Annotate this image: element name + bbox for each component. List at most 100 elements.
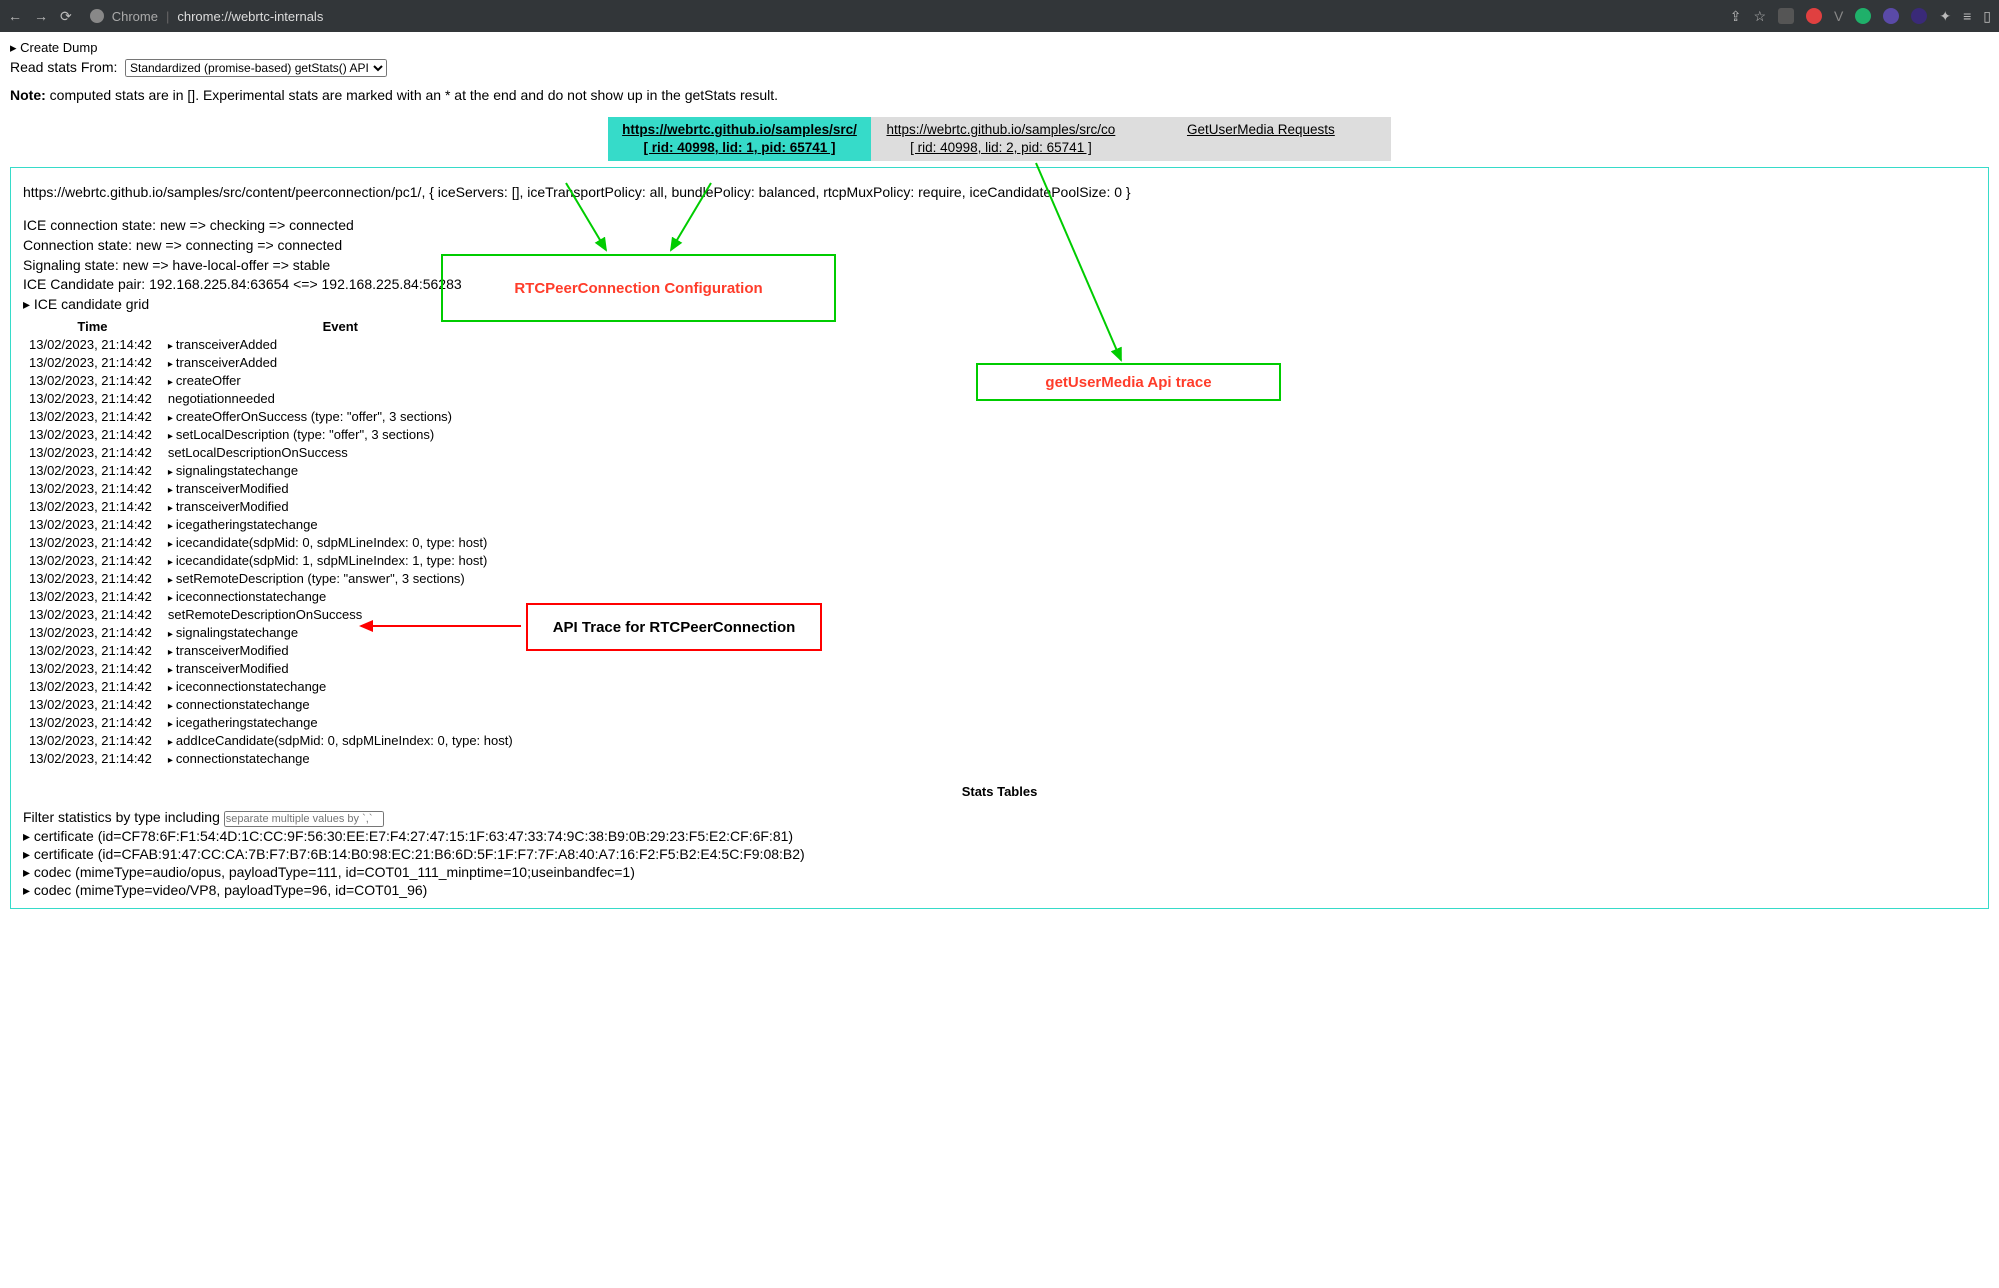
ext-icon-2[interactable] (1806, 8, 1822, 24)
event-row[interactable]: 13/02/2023, 21:14:42▸iceconnectionstatec… (23, 588, 519, 606)
event-time: 13/02/2023, 21:14:42 (23, 588, 162, 606)
event-name: ▸transceiverAdded (162, 354, 519, 372)
tab-2[interactable]: GetUserMedia Requests (1131, 117, 1391, 161)
event-name: setLocalDescriptionOnSuccess (162, 444, 519, 462)
connection-state: Connection state: new => connecting => c… (23, 236, 1976, 256)
ext-icon-v[interactable]: V (1834, 8, 1843, 24)
event-time: 13/02/2023, 21:14:42 (23, 696, 162, 714)
event-name: ▸icegatheringstatechange (162, 516, 519, 534)
event-time: 13/02/2023, 21:14:42 (23, 678, 162, 696)
event-row[interactable]: 13/02/2023, 21:14:42▸transceiverModified (23, 480, 519, 498)
tab-1[interactable]: https://webrtc.github.io/samples/src/co[… (871, 117, 1131, 161)
event-time: 13/02/2023, 21:14:42 (23, 408, 162, 426)
stat-row[interactable]: ▸ codec (mimeType=video/VP8, payloadType… (23, 881, 1976, 899)
event-row[interactable]: 13/02/2023, 21:14:42▸connectionstatechan… (23, 750, 519, 768)
event-row[interactable]: 13/02/2023, 21:14:42▸setRemoteDescriptio… (23, 570, 519, 588)
stat-row[interactable]: ▸ certificate (id=CFAB:91:47:CC:CA:7B:F7… (23, 845, 1976, 863)
read-stats-select[interactable]: Standardized (promise-based) getStats() … (125, 59, 387, 77)
event-row[interactable]: 13/02/2023, 21:14:42▸createOffer (23, 372, 519, 390)
event-name: ▸setLocalDescription (type: "offer", 3 s… (162, 426, 519, 444)
extensions-icon[interactable]: ✦ (1939, 8, 1951, 25)
stats-tables-heading: Stats Tables (23, 784, 1976, 799)
stat-row[interactable]: ▸ codec (mimeType=audio/opus, payloadTyp… (23, 863, 1976, 881)
event-name: ▸iceconnectionstatechange (162, 678, 519, 696)
chrome-icon (90, 9, 104, 23)
panel-icon[interactable]: ▯ (1983, 8, 1991, 25)
event-row[interactable]: 13/02/2023, 21:14:42▸icegatheringstatech… (23, 714, 519, 732)
event-name: ▸icecandidate(sdpMid: 1, sdpMLineIndex: … (162, 552, 519, 570)
ext-icon-1[interactable] (1778, 8, 1794, 24)
event-row[interactable]: 13/02/2023, 21:14:42setRemoteDescription… (23, 606, 519, 624)
event-row[interactable]: 13/02/2023, 21:14:42▸iceconnectionstatec… (23, 678, 519, 696)
event-name: ▸transceiverModified (162, 642, 519, 660)
star-icon[interactable]: ☆ (1753, 8, 1766, 25)
read-stats-label: Read stats From: (10, 59, 117, 75)
event-time: 13/02/2023, 21:14:42 (23, 624, 162, 642)
event-time: 13/02/2023, 21:14:42 (23, 516, 162, 534)
event-time: 13/02/2023, 21:14:42 (23, 354, 162, 372)
event-row[interactable]: 13/02/2023, 21:14:42▸transceiverModified (23, 660, 519, 678)
event-name: ▸addIceCandidate(sdpMid: 0, sdpMLineInde… (162, 732, 519, 750)
filter-input[interactable] (224, 811, 384, 827)
note-text: Note: computed stats are in []. Experime… (10, 87, 1989, 103)
event-name: ▸setRemoteDescription (type: "answer", 3… (162, 570, 519, 588)
reload-icon[interactable]: ⟳ (60, 8, 72, 25)
event-row[interactable]: 13/02/2023, 21:14:42▸transceiverModified (23, 642, 519, 660)
event-row[interactable]: 13/02/2023, 21:14:42▸icecandidate(sdpMid… (23, 534, 519, 552)
event-time: 13/02/2023, 21:14:42 (23, 732, 162, 750)
event-row[interactable]: 13/02/2023, 21:14:42▸transceiverModified (23, 498, 519, 516)
event-row[interactable]: 13/02/2023, 21:14:42▸icegatheringstatech… (23, 516, 519, 534)
event-row[interactable]: 13/02/2023, 21:14:42▸signalingstatechang… (23, 624, 519, 642)
create-dump-toggle[interactable]: ▸ Create Dump (10, 40, 1989, 56)
event-table: Time Event 13/02/2023, 21:14:42▸transcei… (23, 317, 519, 768)
share-icon[interactable]: ⇪ (1730, 8, 1742, 25)
event-row[interactable]: 13/02/2023, 21:14:42▸addIceCandidate(sdp… (23, 732, 519, 750)
connection-config-line: https://webrtc.github.io/samples/src/con… (23, 184, 1976, 200)
forward-icon[interactable]: → (34, 8, 48, 24)
event-name: ▸signalingstatechange (162, 462, 519, 480)
tabs: https://webrtc.github.io/samples/src/[ r… (10, 117, 1989, 161)
event-time: 13/02/2023, 21:14:42 (23, 552, 162, 570)
event-name: ▸transceiverAdded (162, 336, 519, 354)
ext-icon-5[interactable] (1911, 8, 1927, 24)
tab-0[interactable]: https://webrtc.github.io/samples/src/[ r… (608, 117, 871, 161)
event-row[interactable]: 13/02/2023, 21:14:42▸transceiverAdded (23, 336, 519, 354)
event-name: ▸signalingstatechange (162, 624, 519, 642)
event-name: ▸transceiverModified (162, 498, 519, 516)
event-row[interactable]: 13/02/2023, 21:14:42▸transceiverAdded (23, 354, 519, 372)
event-name: ▸createOffer (162, 372, 519, 390)
event-name: ▸createOfferOnSuccess (type: "offer", 3 … (162, 408, 519, 426)
event-name: ▸icegatheringstatechange (162, 714, 519, 732)
event-name: negotiationneeded (162, 390, 519, 408)
annotation-api-trace: API Trace for RTCPeerConnection (526, 603, 822, 651)
event-time: 13/02/2023, 21:14:42 (23, 570, 162, 588)
connection-panel: https://webrtc.github.io/samples/src/con… (10, 167, 1989, 908)
event-time: 13/02/2023, 21:14:42 (23, 714, 162, 732)
address-bar[interactable]: chrome://webrtc-internals (177, 9, 323, 24)
event-row[interactable]: 13/02/2023, 21:14:42▸icecandidate(sdpMid… (23, 552, 519, 570)
event-time: 13/02/2023, 21:14:42 (23, 480, 162, 498)
event-time: 13/02/2023, 21:14:42 (23, 444, 162, 462)
event-time: 13/02/2023, 21:14:42 (23, 534, 162, 552)
event-row[interactable]: 13/02/2023, 21:14:42▸createOfferOnSucces… (23, 408, 519, 426)
reading-list-icon[interactable]: ≡ (1963, 8, 1971, 24)
event-row[interactable]: 13/02/2023, 21:14:42▸setLocalDescription… (23, 426, 519, 444)
ext-icon-3[interactable] (1855, 8, 1871, 24)
stat-row[interactable]: ▸ certificate (id=CF78:6F:F1:54:4D:1C:CC… (23, 827, 1976, 845)
event-row[interactable]: 13/02/2023, 21:14:42negotiationneeded (23, 390, 519, 408)
back-icon[interactable]: ← (8, 8, 22, 24)
event-name: ▸iceconnectionstatechange (162, 588, 519, 606)
event-name: ▸icecandidate(sdpMid: 0, sdpMLineIndex: … (162, 534, 519, 552)
event-row[interactable]: 13/02/2023, 21:14:42▸connectionstatechan… (23, 696, 519, 714)
ext-icon-4[interactable] (1883, 8, 1899, 24)
url-divider: | (166, 9, 169, 24)
event-name: ▸transceiverModified (162, 480, 519, 498)
event-name: ▸connectionstatechange (162, 750, 519, 768)
event-time: 13/02/2023, 21:14:42 (23, 750, 162, 768)
event-name: ▸connectionstatechange (162, 696, 519, 714)
event-name: ▸transceiverModified (162, 660, 519, 678)
ice-candidate-grid-toggle[interactable]: ▸ ICE candidate grid (23, 296, 1976, 313)
event-row[interactable]: 13/02/2023, 21:14:42setLocalDescriptionO… (23, 444, 519, 462)
event-row[interactable]: 13/02/2023, 21:14:42▸signalingstatechang… (23, 462, 519, 480)
browser-toolbar: ← → ⟳ Chrome | chrome://webrtc-internals… (0, 0, 1999, 32)
